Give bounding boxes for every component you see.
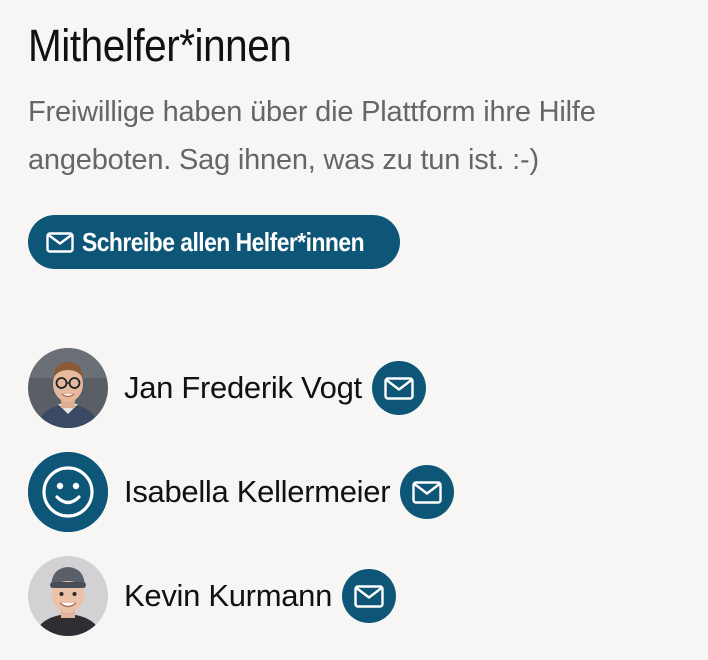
message-helper-button[interactable] [342,569,397,623]
avatar[interactable] [28,556,108,636]
helpers-panel: Mithelfer*innen Freiwillige haben über d… [28,18,688,636]
helper-name: Isabella Kellermeier [124,474,391,509]
envelope-icon [412,480,442,504]
message-helper-button[interactable] [400,465,455,519]
helper-item: Kevin Kurmann [28,544,454,648]
avatar[interactable] [28,348,108,428]
write-all-helpers-label: Schreibe allen Helfer*innen [82,227,365,257]
write-all-helpers-button[interactable]: Schreibe allen Helfer*innen [28,215,400,269]
helper-list: Jan Frederik Vogt Isabella Kellermeier K… [28,336,455,648]
helper-item: Isabella Kellermeier [28,440,455,544]
helper-item: Jan Frederik Vogt [28,336,454,440]
message-helper-button[interactable] [371,361,426,415]
section-title: Mithelfer*innen [28,20,292,71]
envelope-icon [354,584,384,608]
helper-name: Jan Frederik Vogt [124,370,362,405]
section-description: Freiwillige haben über die Plattform ihr… [28,96,596,176]
avatar[interactable] [28,452,108,532]
smiley-icon [28,452,108,532]
helper-name: Kevin Kurmann [124,578,333,613]
envelope-icon [46,231,74,253]
envelope-icon [384,376,414,400]
